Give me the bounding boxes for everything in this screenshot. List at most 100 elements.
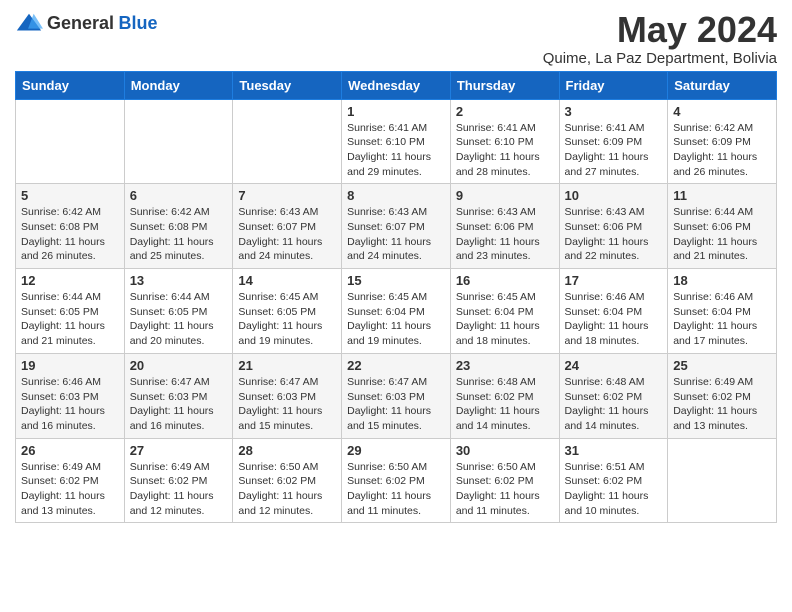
calendar-day-cell: 18Sunrise: 6:46 AMSunset: 6:04 PMDayligh…	[668, 269, 777, 354]
calendar-day-cell: 6 Sunrise: 6:42 AMSunset: 6:08 PMDaylight…	[124, 184, 233, 269]
calendar-week-row: 1 Sunrise: 6:41 AMSunset: 6:10 PMDaylight…	[16, 99, 777, 184]
day-number: 16	[456, 273, 554, 288]
calendar-day-cell: 13 Sunrise: 6:44 AMSunset: 6:05 PMDayligh…	[124, 269, 233, 354]
page-header: General Blue May 2024 Quime, La Paz Depa…	[15, 10, 777, 67]
logo-icon	[15, 10, 43, 38]
day-number: 10	[565, 188, 663, 203]
calendar-day-cell: 7 Sunrise: 6:43 AMSunset: 6:07 PMDaylight…	[233, 184, 342, 269]
calendar-day-cell	[124, 99, 233, 184]
calendar-table: SundayMondayTuesdayWednesdayThursdayFrid…	[15, 71, 777, 524]
calendar-day-cell: 14 Sunrise: 6:45 AMSunset: 6:05 PMDayligh…	[233, 269, 342, 354]
day-number: 24	[565, 358, 663, 373]
calendar-week-row: 26 Sunrise: 6:49 AMSunset: 6:02 PMDayligh…	[16, 438, 777, 523]
calendar-body: 1 Sunrise: 6:41 AMSunset: 6:10 PMDaylight…	[16, 99, 777, 523]
calendar-day-cell: 11Sunrise: 6:44 AMSunset: 6:06 PMDayligh…	[668, 184, 777, 269]
calendar-day-cell: 17 Sunrise: 6:46 AMSunset: 6:04 PMDayligh…	[559, 269, 668, 354]
calendar-day-cell: 2 Sunrise: 6:41 AMSunset: 6:10 PMDaylight…	[450, 99, 559, 184]
day-info: Sunrise: 6:50 AMSunset: 6:02 PMDaylight:…	[456, 460, 554, 519]
calendar-day-cell: 15Sunrise: 6:45 AMSunset: 6:04 PMDayligh…	[342, 269, 451, 354]
day-info: Sunrise: 6:47 AMSunset: 6:03 PMDaylight:…	[130, 375, 228, 434]
day-number: 29	[347, 443, 445, 458]
day-info: Sunrise: 6:42 AMSunset: 6:09 PMDaylight:…	[673, 121, 771, 180]
logo: General Blue	[15, 10, 158, 38]
calendar-day-cell: 5Sunrise: 6:42 AMSunset: 6:08 PMDaylight…	[16, 184, 125, 269]
calendar-day-cell: 3 Sunrise: 6:41 AMSunset: 6:09 PMDaylight…	[559, 99, 668, 184]
day-number: 6	[130, 188, 228, 203]
day-info: Sunrise: 6:48 AMSunset: 6:02 PMDaylight:…	[565, 375, 663, 434]
location-title: Quime, La Paz Department, Bolivia	[543, 50, 777, 67]
day-number: 25	[673, 358, 771, 373]
calendar-day-cell	[16, 99, 125, 184]
day-number: 8	[347, 188, 445, 203]
day-info: Sunrise: 6:50 AMSunset: 6:02 PMDaylight:…	[347, 460, 445, 519]
day-number: 17	[565, 273, 663, 288]
calendar-day-cell: 21 Sunrise: 6:47 AMSunset: 6:03 PMDayligh…	[233, 353, 342, 438]
calendar-day-cell: 8 Sunrise: 6:43 AMSunset: 6:07 PMDaylight…	[342, 184, 451, 269]
day-number: 3	[565, 104, 663, 119]
calendar-day-cell: 30 Sunrise: 6:50 AMSunset: 6:02 PMDayligh…	[450, 438, 559, 523]
weekday-header-cell: Tuesday	[233, 71, 342, 99]
day-number: 4	[673, 104, 771, 119]
calendar-week-row: 12 Sunrise: 6:44 AMSunset: 6:05 PMDayligh…	[16, 269, 777, 354]
day-number: 5	[21, 188, 119, 203]
month-title: May 2024	[543, 10, 777, 50]
day-number: 2	[456, 104, 554, 119]
day-info: Sunrise: 6:43 AMSunset: 6:07 PMDaylight:…	[347, 205, 445, 264]
day-number: 27	[130, 443, 228, 458]
calendar-day-cell: 23 Sunrise: 6:48 AMSunset: 6:02 PMDayligh…	[450, 353, 559, 438]
day-number: 7	[238, 188, 336, 203]
calendar-day-cell: 25Sunrise: 6:49 AMSunset: 6:02 PMDayligh…	[668, 353, 777, 438]
day-info: Sunrise: 6:45 AMSunset: 6:04 PMDaylight:…	[456, 290, 554, 349]
calendar-day-cell: 9Sunrise: 6:43 AMSunset: 6:06 PMDaylight…	[450, 184, 559, 269]
weekday-header-cell: Friday	[559, 71, 668, 99]
day-info: Sunrise: 6:45 AMSunset: 6:05 PMDaylight:…	[238, 290, 336, 349]
calendar-day-cell: 24 Sunrise: 6:48 AMSunset: 6:02 PMDayligh…	[559, 353, 668, 438]
day-info: Sunrise: 6:44 AMSunset: 6:05 PMDaylight:…	[130, 290, 228, 349]
calendar-day-cell: 1Sunrise: 6:41 AMSunset: 6:10 PMDaylight…	[342, 99, 451, 184]
day-info: Sunrise: 6:48 AMSunset: 6:02 PMDaylight:…	[456, 375, 554, 434]
calendar-day-cell: 20Sunrise: 6:47 AMSunset: 6:03 PMDayligh…	[124, 353, 233, 438]
day-info: Sunrise: 6:47 AMSunset: 6:03 PMDaylight:…	[238, 375, 336, 434]
calendar-day-cell: 4 Sunrise: 6:42 AMSunset: 6:09 PMDaylight…	[668, 99, 777, 184]
calendar-day-cell	[233, 99, 342, 184]
day-info: Sunrise: 6:41 AMSunset: 6:10 PMDaylight:…	[456, 121, 554, 180]
calendar-day-cell: 28 Sunrise: 6:50 AMSunset: 6:02 PMDayligh…	[233, 438, 342, 523]
weekday-header-row: SundayMondayTuesdayWednesdayThursdayFrid…	[16, 71, 777, 99]
day-info: Sunrise: 6:46 AMSunset: 6:04 PMDaylight:…	[673, 290, 771, 349]
calendar-day-cell: 16 Sunrise: 6:45 AMSunset: 6:04 PMDayligh…	[450, 269, 559, 354]
weekday-header-cell: Saturday	[668, 71, 777, 99]
day-info: Sunrise: 6:41 AMSunset: 6:09 PMDaylight:…	[565, 121, 663, 180]
day-info: Sunrise: 6:46 AMSunset: 6:03 PMDaylight:…	[21, 375, 119, 434]
calendar-week-row: 5 Sunrise: 6:42 AMSunset: 6:08 PMDaylight…	[16, 184, 777, 269]
day-number: 1	[347, 104, 445, 119]
calendar-day-cell: 10 Sunrise: 6:43 AMSunset: 6:06 PMDayligh…	[559, 184, 668, 269]
day-number: 11	[673, 188, 771, 203]
day-info: Sunrise: 6:43 AMSunset: 6:06 PMDaylight:…	[456, 205, 554, 264]
calendar-day-cell: 27 Sunrise: 6:49 AMSunset: 6:02 PMDayligh…	[124, 438, 233, 523]
day-info: Sunrise: 6:44 AMSunset: 6:05 PMDaylight:…	[21, 290, 119, 349]
day-info: Sunrise: 6:50 AMSunset: 6:02 PMDaylight:…	[238, 460, 336, 519]
day-number: 21	[238, 358, 336, 373]
day-number: 28	[238, 443, 336, 458]
day-info: Sunrise: 6:49 AMSunset: 6:02 PMDaylight:…	[130, 460, 228, 519]
day-number: 30	[456, 443, 554, 458]
day-info: Sunrise: 6:46 AMSunset: 6:04 PMDaylight:…	[565, 290, 663, 349]
calendar-day-cell	[668, 438, 777, 523]
day-number: 23	[456, 358, 554, 373]
day-number: 26	[21, 443, 119, 458]
day-number: 12	[21, 273, 119, 288]
weekday-header-cell: Wednesday	[342, 71, 451, 99]
weekday-header-cell: Thursday	[450, 71, 559, 99]
calendar-day-cell: 31Sunrise: 6:51 AMSunset: 6:02 PMDayligh…	[559, 438, 668, 523]
calendar-day-cell: 22Sunrise: 6:47 AMSunset: 6:03 PMDayligh…	[342, 353, 451, 438]
day-info: Sunrise: 6:47 AMSunset: 6:03 PMDaylight:…	[347, 375, 445, 434]
day-info: Sunrise: 6:49 AMSunset: 6:02 PMDaylight:…	[21, 460, 119, 519]
day-number: 13	[130, 273, 228, 288]
day-info: Sunrise: 6:45 AMSunset: 6:04 PMDaylight:…	[347, 290, 445, 349]
day-info: Sunrise: 6:43 AMSunset: 6:07 PMDaylight:…	[238, 205, 336, 264]
day-info: Sunrise: 6:43 AMSunset: 6:06 PMDaylight:…	[565, 205, 663, 264]
calendar-day-cell: 12 Sunrise: 6:44 AMSunset: 6:05 PMDayligh…	[16, 269, 125, 354]
day-number: 14	[238, 273, 336, 288]
calendar-day-cell: 29 Sunrise: 6:50 AMSunset: 6:02 PMDayligh…	[342, 438, 451, 523]
day-info: Sunrise: 6:42 AMSunset: 6:08 PMDaylight:…	[130, 205, 228, 264]
